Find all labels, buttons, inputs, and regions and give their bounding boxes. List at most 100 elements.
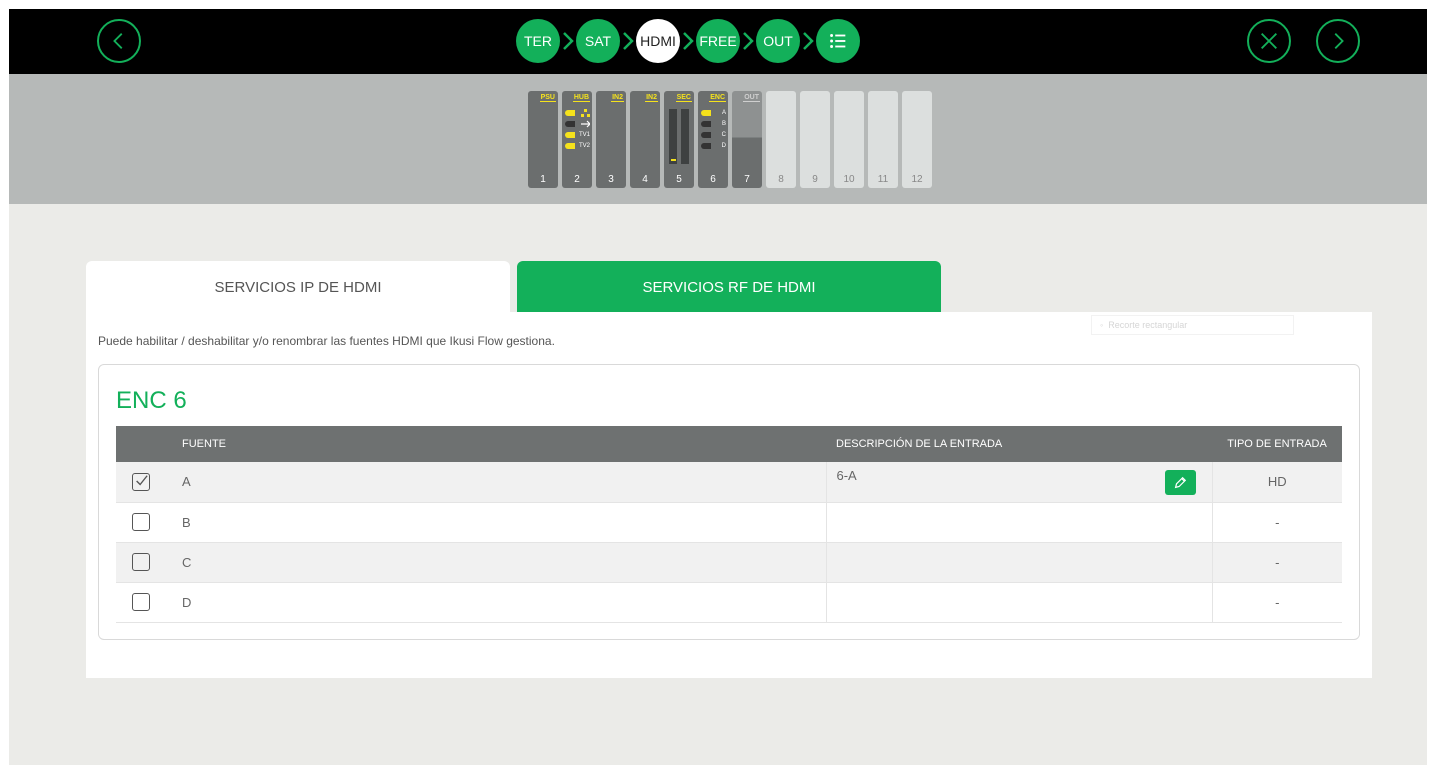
chevron-right-icon — [1334, 33, 1344, 49]
rack-slot-empty[interactable]: 11 — [868, 91, 898, 188]
row-type: - — [1211, 582, 1342, 623]
slot-number: 11 — [877, 174, 889, 185]
network-icon — [581, 108, 590, 117]
next-button[interactable] — [1316, 19, 1360, 63]
slot-number: 2 — [574, 174, 580, 185]
hub-port-tv1: TV1 — [565, 130, 590, 139]
rack-slot-hub[interactable]: HUB TV1 TV2 2 — [562, 91, 592, 188]
table-row: C - — [116, 542, 1342, 583]
table-row: A 6-A HD — [116, 462, 1342, 503]
slot-label: SEC — [675, 94, 692, 102]
slot-number: 12 — [911, 174, 923, 185]
row-checkbox[interactable] — [132, 593, 150, 611]
step-arrow-icon — [680, 19, 696, 63]
step-arrow-icon — [740, 19, 756, 63]
row-type: HD — [1211, 462, 1342, 503]
list-icon — [830, 34, 846, 48]
slot-label: IN2 — [611, 94, 624, 102]
header-description: DESCRIPCIÓN DE LA ENTRADA — [826, 426, 1212, 462]
panel-hint: Puede habilitar / deshabilitar y/o renom… — [98, 334, 555, 348]
rack-slot-empty[interactable]: 12 — [902, 91, 932, 188]
step-arrow-icon — [800, 19, 816, 63]
sources-table: FUENTE DESCRIPCIÓN DE LA ENTRADA TIPO DE… — [116, 426, 1342, 623]
app-frame: TER SAT HDMI FREE OUT PSU 1 HUB TV1 TV2 … — [9, 9, 1427, 765]
pencil-icon — [1174, 476, 1187, 488]
hub-port-tv2: TV2 — [565, 141, 590, 150]
slot-number: 1 — [540, 174, 546, 185]
slot-label: PSU — [539, 94, 556, 102]
row-type: - — [1211, 502, 1342, 543]
back-button[interactable] — [97, 19, 141, 63]
rack-slot-empty[interactable]: 9 — [800, 91, 830, 188]
row-description — [825, 542, 1212, 583]
slot-number: 7 — [744, 174, 750, 185]
close-icon — [1261, 33, 1277, 49]
slot-number: 10 — [843, 174, 855, 185]
enc-port-d: D — [701, 141, 726, 150]
rack-slot-psu[interactable]: PSU 1 — [528, 91, 558, 188]
step-free[interactable]: FREE — [696, 19, 740, 63]
rack-slot-empty[interactable]: 10 — [834, 91, 864, 188]
row-description — [825, 502, 1212, 543]
row-source: C — [166, 542, 826, 583]
enc-port-c: C — [701, 130, 726, 139]
step-sat[interactable]: SAT — [576, 19, 620, 63]
row-checkbox[interactable] — [132, 513, 150, 531]
edit-button[interactable] — [1164, 470, 1196, 495]
row-source: B — [166, 502, 826, 543]
step-hdmi[interactable]: HDMI — [636, 19, 680, 63]
ghost-overlay-text: ◦ Recorte rectangular — [1091, 315, 1294, 335]
services-panel: ◦ Recorte rectangular Puede habilitar / … — [86, 312, 1372, 678]
wizard-steps: TER SAT HDMI FREE OUT — [516, 19, 860, 63]
row-checkbox[interactable] — [132, 472, 150, 491]
slot-number: 6 — [710, 174, 716, 185]
step-ter[interactable]: TER — [516, 19, 560, 63]
header-type: TIPO DE ENTRADA — [1212, 426, 1342, 462]
tab-ip-services[interactable]: SERVICIOS IP DE HDMI — [86, 261, 510, 313]
chevron-left-icon — [113, 33, 123, 49]
rack-slot-enc[interactable]: ENC A B C D 6 — [698, 91, 728, 188]
rack-slot-sec[interactable]: SEC 5 — [664, 91, 694, 188]
step-out[interactable]: OUT — [756, 19, 800, 63]
slot-number: 3 — [608, 174, 614, 185]
hub-port-network — [565, 108, 590, 117]
slot-label: IN2 — [645, 94, 658, 102]
slot-label: OUT — [743, 94, 760, 102]
row-description — [825, 582, 1212, 623]
slot-number: 8 — [778, 174, 784, 185]
rack-band: PSU 1 HUB TV1 TV2 2 IN2 3 IN2 4 SEC 5 EN… — [9, 74, 1427, 204]
step-arrow-icon — [620, 19, 636, 63]
enc-port-a: A — [701, 108, 726, 117]
step-arrow-icon — [560, 19, 576, 63]
card-title: ENC 6 — [116, 387, 187, 414]
encoder-card: ENC 6 FUENTE DESCRIPCIÓN DE LA ENTRADA T… — [98, 364, 1360, 640]
header-select — [116, 426, 166, 462]
header-source: FUENTE — [166, 426, 826, 462]
hub-port-usb — [565, 119, 590, 128]
slot-number: 9 — [812, 174, 818, 185]
checkmark-icon — [136, 475, 148, 486]
rack-slot-out[interactable]: OUT 7 — [732, 91, 762, 188]
row-source: D — [166, 582, 826, 623]
rack: PSU 1 HUB TV1 TV2 2 IN2 3 IN2 4 SEC 5 EN… — [528, 91, 932, 188]
row-source: A — [166, 462, 826, 503]
row-type: - — [1211, 542, 1342, 583]
slot-label: ENC — [709, 94, 726, 102]
enc-port-b: B — [701, 119, 726, 128]
slot-number: 5 — [676, 174, 682, 185]
table-row: D - — [116, 582, 1342, 623]
top-bar: TER SAT HDMI FREE OUT — [9, 9, 1427, 74]
slot-number: 4 — [642, 174, 648, 185]
usb-icon — [581, 120, 590, 127]
row-checkbox[interactable] — [132, 553, 150, 571]
close-button[interactable] — [1247, 19, 1291, 63]
rack-slot-in2-b[interactable]: IN2 4 — [630, 91, 660, 188]
step-summary[interactable] — [816, 19, 860, 63]
slot-label: HUB — [572, 94, 590, 102]
rack-slot-empty[interactable]: 8 — [766, 91, 796, 188]
description-value: 6-A — [836, 468, 857, 483]
table-header: FUENTE DESCRIPCIÓN DE LA ENTRADA TIPO DE… — [116, 426, 1342, 462]
rack-slot-in2-a[interactable]: IN2 3 — [596, 91, 626, 188]
tab-rf-services[interactable]: SERVICIOS RF DE HDMI — [517, 261, 941, 313]
table-row: B - — [116, 502, 1342, 543]
